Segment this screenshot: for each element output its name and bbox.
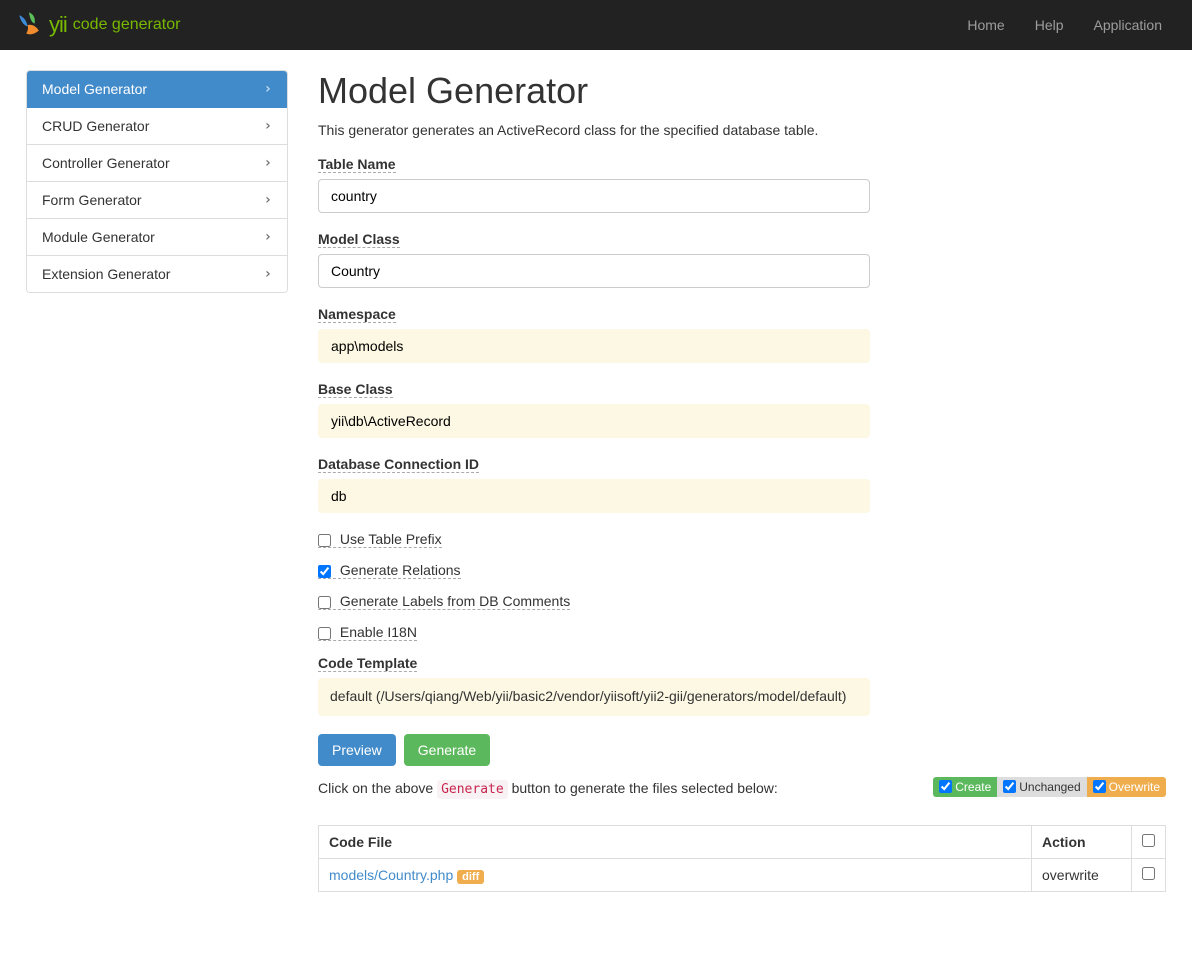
- use-table-prefix-checkbox[interactable]: [318, 534, 331, 547]
- generate-relations-checkbox[interactable]: [318, 565, 331, 578]
- chevron-right-icon: ›: [264, 229, 272, 245]
- chevron-right-icon: ›: [264, 266, 272, 282]
- enable-i18n-label[interactable]: Enable I18N: [318, 624, 417, 641]
- table-row: models/Country.php diff overwrite: [319, 858, 1166, 891]
- sidebar-item-label: Module Generator: [42, 229, 155, 245]
- col-code-file: Code File: [319, 825, 1032, 858]
- generate-labels-checkbox[interactable]: [318, 596, 331, 609]
- field-code-template: Code Template default (/Users/qiang/Web/…: [318, 655, 1166, 716]
- nav-home[interactable]: Home: [952, 2, 1019, 48]
- field-enable-i18n: Enable I18N: [318, 624, 1166, 641]
- sidebar-item-label: Extension Generator: [42, 266, 170, 282]
- generator-list: Model Generator › CRUD Generator › Contr…: [26, 70, 288, 293]
- chevron-right-icon: ›: [264, 192, 272, 208]
- sidebar-item-model[interactable]: Model Generator ›: [27, 71, 287, 108]
- brand[interactable]: yii code generator: [15, 11, 180, 39]
- yii-logo-icon: [15, 11, 43, 39]
- action-cell: overwrite: [1032, 858, 1132, 891]
- preview-button[interactable]: Preview: [318, 734, 396, 766]
- table-name-label: Table Name: [318, 156, 396, 173]
- base-class-input[interactable]: [318, 404, 870, 438]
- brand-text-yii: yii: [49, 12, 67, 38]
- sidebar: Model Generator › CRUD Generator › Contr…: [26, 70, 288, 892]
- col-action: Action: [1032, 825, 1132, 858]
- field-generate-labels: Generate Labels from DB Comments: [318, 593, 1166, 610]
- nav-help[interactable]: Help: [1020, 2, 1079, 48]
- sidebar-item-label: CRUD Generator: [42, 118, 149, 134]
- legend-create: Create: [933, 777, 997, 797]
- generate-button[interactable]: Generate: [404, 734, 490, 766]
- sidebar-item-controller[interactable]: Controller Generator ›: [27, 145, 287, 182]
- sidebar-item-crud[interactable]: CRUD Generator ›: [27, 108, 287, 145]
- namespace-input[interactable]: [318, 329, 870, 363]
- field-model-class: Model Class: [318, 231, 1166, 288]
- brand-text-sub: code generator: [73, 16, 181, 34]
- generate-labels-label[interactable]: Generate Labels from DB Comments: [318, 593, 570, 610]
- row-select-cell: [1132, 858, 1166, 891]
- container: Model Generator › CRUD Generator › Contr…: [0, 50, 1192, 912]
- model-class-label: Model Class: [318, 231, 400, 248]
- field-use-table-prefix: Use Table Prefix: [318, 531, 1166, 548]
- code-template-label: Code Template: [318, 655, 417, 672]
- file-link[interactable]: models/Country.php: [329, 867, 453, 883]
- legend-overwrite: Overwrite: [1087, 777, 1166, 797]
- diff-badge[interactable]: diff: [457, 870, 484, 884]
- files-table: Code File Action models/Country.php diff…: [318, 825, 1166, 892]
- field-namespace: Namespace: [318, 306, 1166, 363]
- use-table-prefix-label[interactable]: Use Table Prefix: [318, 531, 442, 548]
- select-all-checkbox[interactable]: [1142, 834, 1155, 847]
- sidebar-item-label: Form Generator: [42, 192, 142, 208]
- field-table-name: Table Name: [318, 156, 1166, 213]
- legend-unchanged: Unchanged: [997, 777, 1086, 797]
- sidebar-item-extension[interactable]: Extension Generator ›: [27, 256, 287, 292]
- file-cell: models/Country.php diff: [319, 858, 1032, 891]
- field-db-conn: Database Connection ID: [318, 456, 1166, 513]
- nav-right: Home Help Application: [952, 2, 1177, 48]
- legend-unchanged-checkbox[interactable]: [1003, 780, 1016, 793]
- table-name-input[interactable]: [318, 179, 870, 213]
- field-base-class: Base Class: [318, 381, 1166, 438]
- field-generate-relations: Generate Relations: [318, 562, 1166, 579]
- sidebar-item-module[interactable]: Module Generator ›: [27, 219, 287, 256]
- enable-i18n-checkbox[interactable]: [318, 627, 331, 640]
- db-conn-label: Database Connection ID: [318, 456, 479, 473]
- generate-relations-label[interactable]: Generate Relations: [318, 562, 461, 579]
- chevron-right-icon: ›: [264, 155, 272, 171]
- row-select-checkbox[interactable]: [1142, 867, 1155, 880]
- page-subtitle: This generator generates an ActiveRecord…: [318, 122, 1166, 138]
- main: Model Generator This generator generates…: [318, 70, 1166, 892]
- generate-code-text: Generate: [437, 780, 508, 799]
- sidebar-item-label: Controller Generator: [42, 155, 170, 171]
- nav-application[interactable]: Application: [1079, 2, 1178, 48]
- legend-create-checkbox[interactable]: [939, 780, 952, 793]
- page-title: Model Generator: [318, 70, 1166, 112]
- db-conn-input[interactable]: [318, 479, 870, 513]
- model-class-input[interactable]: [318, 254, 870, 288]
- button-row: Preview Generate: [318, 734, 1166, 766]
- chevron-right-icon: ›: [264, 81, 272, 97]
- col-select-all: [1132, 825, 1166, 858]
- namespace-label: Namespace: [318, 306, 396, 323]
- table-header-row: Code File Action: [319, 825, 1166, 858]
- base-class-label: Base Class: [318, 381, 393, 398]
- sidebar-item-label: Model Generator: [42, 81, 147, 97]
- chevron-right-icon: ›: [264, 118, 272, 134]
- sidebar-item-form[interactable]: Form Generator ›: [27, 182, 287, 219]
- navbar: yii code generator Home Help Application: [0, 0, 1192, 50]
- legend-overwrite-checkbox[interactable]: [1093, 780, 1106, 793]
- legend-bar: Create Unchanged Overwrite: [933, 777, 1166, 797]
- code-template-select[interactable]: default (/Users/qiang/Web/yii/basic2/ven…: [318, 678, 870, 716]
